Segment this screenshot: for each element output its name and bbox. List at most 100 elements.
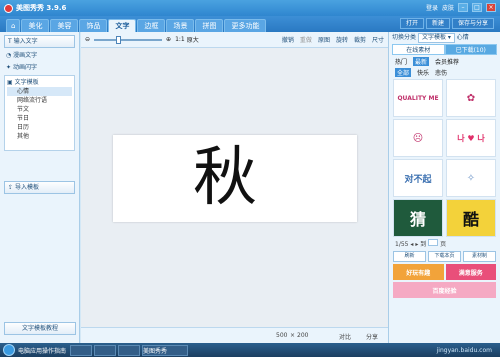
page-go[interactable]: 页 <box>440 241 446 248</box>
rotate-button[interactable]: 旋转 <box>336 35 348 44</box>
main-tab-bar: ⌂ 美化 美容 饰品 文字 边框 场景 拼图 更多功能 打开 新建 保存与分享 <box>0 16 500 32</box>
import-template-button[interactable]: ⇪ 导入模板 <box>4 181 75 194</box>
page-next-icon[interactable]: ▸ <box>415 241 418 248</box>
cartoon-icon: ☹ <box>412 132 424 144</box>
ad-fun[interactable]: 好玩有趣 <box>393 264 444 280</box>
save-share-button[interactable]: 保存与分享 <box>451 18 494 29</box>
page-input[interactable] <box>428 239 439 246</box>
task-item[interactable] <box>118 344 141 356</box>
subtab-hot[interactable]: 热门 <box>395 57 407 66</box>
zoom-knob[interactable] <box>116 35 122 44</box>
subtab-new[interactable]: 最新 <box>413 57 430 66</box>
material-button[interactable]: 素材制 <box>463 251 496 262</box>
tree-item-festival-text[interactable]: 节文 <box>7 105 72 114</box>
skin-link[interactable]: 皮肤 <box>442 3 454 12</box>
compare-button[interactable]: 对比 <box>339 332 351 341</box>
tab-beauty[interactable]: 美容 <box>50 19 79 32</box>
tab-more[interactable]: 更多功能 <box>224 19 267 32</box>
tab-beautify[interactable]: 美化 <box>21 19 50 32</box>
task-item[interactable] <box>70 344 93 356</box>
material-thumb[interactable]: 猜 <box>393 199 443 237</box>
home-tab-icon[interactable]: ⌂ <box>6 19 21 32</box>
tree-item-other[interactable]: 其他 <box>7 132 72 141</box>
image-canvas[interactable]: 秋 <box>113 135 357 222</box>
category-switch: 切换分类 文字模板 ▾ 心情 <box>389 32 500 44</box>
task-meitu[interactable]: 美图秀秀 <box>142 344 189 356</box>
sparkle-icon: ✦ <box>6 64 13 71</box>
filter-all[interactable]: 全部 <box>395 68 412 77</box>
crop-button[interactable]: 裁剪 <box>354 35 366 44</box>
page-sep: 到 <box>420 241 427 248</box>
tree-item-calendar[interactable]: 日历 <box>7 123 72 132</box>
category-select[interactable]: 文字模板 ▾ <box>417 33 455 43</box>
import-template-label: 导入模板 <box>14 184 39 191</box>
original-button[interactable]: 原图 <box>318 35 330 44</box>
canvas-toolbar: ⊖ ⊕ 1:1 原大 撤销 重做 原图 旋转 裁剪 尺寸 <box>81 32 388 48</box>
filter-sad[interactable]: 悲伤 <box>435 68 447 77</box>
material-actions: 刷新 下载本页 素材制 <box>393 251 496 262</box>
bubble-text-item[interactable]: ◔ 漫画文字 <box>6 51 73 61</box>
page-prev-icon[interactable]: ◂ <box>410 241 413 248</box>
bubble-text-label: 漫画文字 <box>13 52 38 59</box>
download-page-button[interactable]: 下载本页 <box>428 251 461 262</box>
material-thumb[interactable]: 나 ♥ 나 <box>446 119 496 157</box>
right-panel: 切换分类 文字模板 ▾ 心情 在线素材 已下载(10) 热门 最新 会员推荐 全… <box>388 32 500 343</box>
tab-decoration[interactable]: 饰品 <box>79 19 108 32</box>
material-thumb[interactable]: 酷 <box>446 199 496 237</box>
zoom-original-button[interactable]: 原大 <box>187 35 199 44</box>
tree-head[interactable]: ▣ 文字模板 <box>7 78 72 87</box>
canvas-area: 秋 <box>81 48 388 327</box>
tree-item-holiday[interactable]: 节日 <box>7 114 72 123</box>
new-button[interactable]: 新建 <box>425 18 450 29</box>
tab-downloaded[interactable]: 已下载(10) <box>444 44 497 55</box>
tree-item-internet[interactable]: 网络流行语 <box>7 96 72 105</box>
task-item[interactable] <box>94 344 117 356</box>
zoom-actual-button[interactable]: 1:1 <box>175 36 185 43</box>
category-sub: 心情 <box>456 34 469 41</box>
input-text-button[interactable]: T 输入文字 <box>4 35 75 48</box>
canvas-text[interactable]: 秋 <box>193 135 257 222</box>
start-button[interactable] <box>3 344 15 356</box>
share-button[interactable]: 分享 <box>366 332 378 341</box>
filter-happy[interactable]: 快乐 <box>417 68 429 77</box>
zoom-out-icon[interactable]: ⊖ <box>85 36 90 43</box>
tab-text[interactable]: 文字 <box>108 19 137 32</box>
ad-service[interactable]: 满意服务 <box>445 264 496 280</box>
tree-item-mood[interactable]: 心情 <box>7 87 72 96</box>
app-title: 美图秀秀 3.9.6 <box>16 4 67 12</box>
title-bar: 美图秀秀 3.9.6 登录 皮肤 – □ × <box>0 0 500 16</box>
ad-baidu[interactable]: 百度经验 <box>393 282 496 298</box>
zoom-in-icon[interactable]: ⊕ <box>166 36 171 43</box>
close-button[interactable]: × <box>486 3 496 12</box>
material-thumb[interactable]: ✿ <box>446 79 496 117</box>
tab-online[interactable]: 在线素材 <box>392 44 445 55</box>
template-tutorial-link[interactable]: 文字模板教程 <box>4 322 76 335</box>
import-icon: ⇪ <box>8 184 15 191</box>
material-filters: 全部 快乐 悲伤 <box>395 68 494 77</box>
taskbar-hint: 电脑应用操作指南 <box>18 347 67 355</box>
redo-button[interactable]: 重做 <box>300 35 312 44</box>
zoom-slider[interactable] <box>94 35 163 44</box>
material-thumb[interactable]: 对不起 <box>393 159 443 197</box>
minimize-button[interactable]: – <box>458 3 468 12</box>
status-bar: 500 × 200 对比 分享 <box>81 327 388 343</box>
material-thumb[interactable]: QUALITY ME <box>393 79 443 117</box>
size-button[interactable]: 尺寸 <box>372 35 384 44</box>
open-button[interactable]: 打开 <box>399 18 424 29</box>
refresh-button[interactable]: 刷新 <box>393 251 426 262</box>
undo-button[interactable]: 撤销 <box>282 35 294 44</box>
animated-text-label: 动画闪字 <box>12 64 37 71</box>
animated-text-item[interactable]: ✦ 动画闪字 <box>6 63 73 73</box>
tab-scene[interactable]: 场景 <box>166 19 195 32</box>
template-tree: ▣ 文字模板 心情 网络流行语 节文 节日 日历 其他 <box>4 75 75 151</box>
input-text-label: 输入文字 <box>13 38 38 45</box>
tab-collage[interactable]: 拼图 <box>195 19 224 32</box>
watermark: jingyan.baidu.com <box>436 346 492 354</box>
tree-title: 文字模板 <box>14 79 39 86</box>
material-thumb[interactable]: ☹ <box>393 119 443 157</box>
material-thumb[interactable]: ✧ <box>446 159 496 197</box>
maximize-button[interactable]: □ <box>472 3 482 12</box>
subtab-recommend[interactable]: 会员推荐 <box>435 57 459 66</box>
tab-frame[interactable]: 边框 <box>137 19 166 32</box>
login-link[interactable]: 登录 <box>426 3 438 12</box>
